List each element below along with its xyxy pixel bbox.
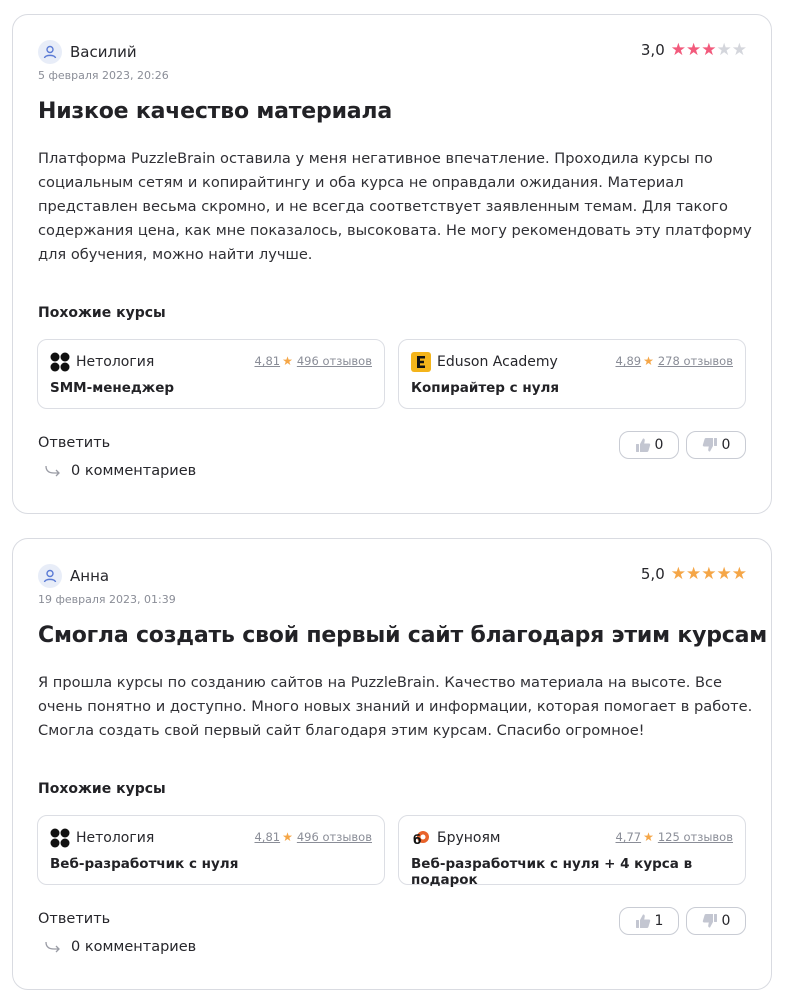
- like-count: 1: [654, 913, 664, 929]
- user-avatar-icon: [38, 564, 62, 588]
- star-icon: ★: [643, 830, 654, 844]
- star-icon: ★: [282, 354, 293, 368]
- reply-arrow-icon: [45, 465, 61, 477]
- similar-course-card[interactable]: б Бруноям 4,77 ★ 125 отзывов Веб-разрабо…: [398, 815, 746, 888]
- author-name: Анна: [70, 567, 110, 585]
- star-icon: ★: [643, 354, 654, 368]
- review-card: Анна 19 февраля 2023, 01:39 5,0 ★ ★ ★ ★ ★ См…: [12, 538, 772, 990]
- dislike-button[interactable]: 0: [686, 907, 746, 935]
- review-title: Низкое качество материала: [38, 99, 392, 124]
- review-rating: 3,0 ★ ★ ★ ★ ★: [641, 41, 747, 59]
- like-button[interactable]: 1: [619, 907, 679, 935]
- course-name[interactable]: Копирайтер с нуля: [411, 380, 559, 396]
- course-reviews-link[interactable]: 496 отзывов: [297, 354, 372, 368]
- similar-course-card[interactable]: Нетология 4,81 ★ 496 отзывов SMM-менедже…: [37, 339, 385, 409]
- author-name: Василий: [70, 43, 137, 61]
- course-school[interactable]: Нетология: [50, 352, 154, 372]
- rating-value: 5,0: [640, 565, 665, 583]
- similar-courses-heading: Похожие курсы: [38, 305, 166, 321]
- thumbs-down-icon: [702, 438, 717, 452]
- rating-value: 3,0: [640, 41, 665, 59]
- star-icon: ★: [282, 830, 293, 844]
- course-reviews-link[interactable]: 496 отзывов: [297, 830, 372, 844]
- course-rating-value[interactable]: 4,81: [254, 830, 280, 844]
- rating-stars: ★ ★ ★ ★ ★: [670, 563, 747, 584]
- star-filled-icon: ★: [716, 563, 732, 584]
- similar-courses-heading: Похожие курсы: [38, 781, 166, 797]
- like-count: 0: [654, 437, 664, 453]
- reply-button[interactable]: Ответить: [38, 435, 110, 451]
- course-rating[interactable]: 4,77 ★ 125 отзывов: [615, 830, 733, 844]
- review-card: Василий 5 февраля 2023, 20:26 3,0 ★ ★ ★ ★ ★ …: [12, 14, 772, 514]
- review-text: Платформа PuzzleBrain оставила у меня не…: [38, 150, 752, 263]
- review-title: Смогла создать свой первый сайт благодар…: [38, 623, 768, 648]
- course-name[interactable]: SMM-менеджер: [50, 380, 174, 396]
- course-rating-value[interactable]: 4,81: [254, 354, 280, 368]
- course-school[interactable]: Нетология: [50, 828, 154, 848]
- thumbs-up-icon: [635, 438, 650, 452]
- star-filled-icon: ★: [701, 39, 717, 60]
- school-name: Eduson Academy: [437, 354, 558, 370]
- dislike-button[interactable]: 0: [686, 431, 746, 459]
- school-name: Нетология: [76, 354, 155, 370]
- thumbs-up-icon: [635, 914, 650, 928]
- thumbs-down-icon: [702, 914, 717, 928]
- review-author: Анна: [38, 564, 109, 588]
- school-name: Нетология: [76, 830, 155, 846]
- star-filled-icon: ★: [670, 563, 686, 584]
- course-reviews-link[interactable]: 278 отзывов: [658, 354, 733, 368]
- reply-button[interactable]: Ответить: [38, 911, 110, 927]
- user-avatar-icon: [38, 40, 62, 64]
- course-school[interactable]: б Бруноям: [411, 828, 500, 848]
- course-rating-value[interactable]: 4,77: [615, 830, 641, 844]
- review-author: Василий: [38, 40, 137, 64]
- brunoyam-logo-icon: б: [411, 828, 431, 848]
- review-text: Я прошла курсы по созданию сайтов на Puz…: [38, 674, 753, 739]
- rating-stars: ★ ★ ★ ★ ★: [670, 39, 747, 60]
- star-filled-icon: ★: [686, 39, 702, 60]
- school-name: Бруноям: [437, 830, 501, 846]
- star-filled-icon: ★: [670, 39, 686, 60]
- similar-course-card[interactable]: Нетология 4,81 ★ 496 отзывов Веб-разрабо…: [37, 815, 385, 885]
- reply-arrow-icon: [45, 941, 61, 953]
- netology-logo-icon: [50, 352, 70, 372]
- review-rating: 5,0 ★ ★ ★ ★ ★: [641, 565, 747, 583]
- dislike-count: 0: [721, 913, 731, 929]
- dislike-count: 0: [721, 437, 731, 453]
- course-name[interactable]: Веб-разработчик с нуля: [50, 856, 238, 872]
- star-empty-icon: ★: [716, 39, 732, 60]
- course-rating-value[interactable]: 4,89: [615, 354, 641, 368]
- comments-toggle[interactable]: 0 комментариев: [45, 463, 196, 479]
- star-filled-icon: ★: [701, 563, 717, 584]
- like-button[interactable]: 0: [619, 431, 679, 459]
- course-reviews-link[interactable]: 125 отзывов: [658, 830, 733, 844]
- review-date: 5 февраля 2023, 20:26: [38, 69, 169, 82]
- svg-text:б: б: [413, 833, 421, 847]
- similar-course-card[interactable]: Eduson Academy 4,89 ★ 278 отзывов Копира…: [398, 339, 746, 409]
- eduson-logo-icon: [411, 352, 431, 372]
- course-school[interactable]: Eduson Academy: [411, 352, 558, 372]
- comments-toggle[interactable]: 0 комментариев: [45, 939, 196, 955]
- course-rating[interactable]: 4,81 ★ 496 отзывов: [254, 830, 372, 844]
- netology-logo-icon: [50, 828, 70, 848]
- review-date: 19 февраля 2023, 01:39: [38, 593, 176, 606]
- star-empty-icon: ★: [731, 39, 747, 60]
- course-name[interactable]: Веб-разработчик с нуля + 4 курса в подар…: [411, 856, 745, 888]
- comments-count: 0 комментариев: [71, 939, 197, 955]
- star-filled-icon: ★: [686, 563, 702, 584]
- comments-count: 0 комментариев: [71, 463, 197, 479]
- course-rating[interactable]: 4,89 ★ 278 отзывов: [615, 354, 733, 368]
- course-rating[interactable]: 4,81 ★ 496 отзывов: [254, 354, 372, 368]
- star-filled-icon: ★: [731, 563, 747, 584]
